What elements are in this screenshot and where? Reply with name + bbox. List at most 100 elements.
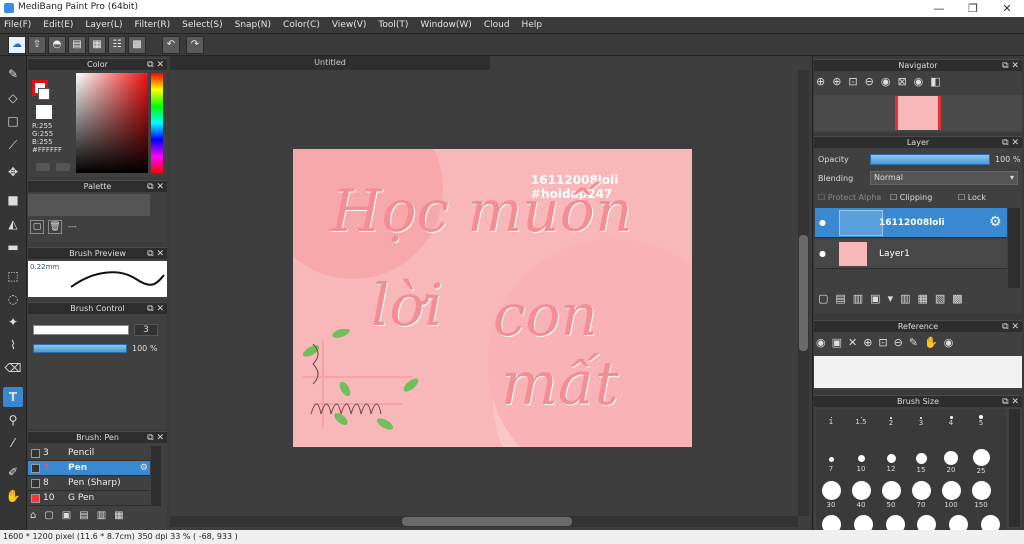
panel-close-icon[interactable]: ⧉ ✕: [147, 181, 164, 193]
palette-title: Palette: [83, 182, 112, 191]
new-palette-icon[interactable]: ▢: [30, 220, 44, 234]
rectangle-tool-icon[interactable]: □: [3, 111, 23, 131]
brush-list-actions[interactable]: ⌂▢▣▤▥▦: [30, 510, 164, 526]
move-tool-icon[interactable]: ✥: [3, 162, 23, 182]
layer-opacity-slider[interactable]: [870, 154, 990, 165]
eraser-tool-icon[interactable]: ◇: [3, 88, 23, 108]
artwork-lettering-3: con: [493, 281, 598, 349]
transparent-swatch[interactable]: [36, 105, 52, 119]
layer-settings-gear-icon[interactable]: ⚙: [989, 214, 1002, 230]
brush-item-pen[interactable]: 3 Pen ⚙: [28, 461, 150, 476]
undo-icon[interactable]: ↶: [162, 36, 180, 54]
clipping-checkbox[interactable]: ☐ Clipping: [890, 193, 932, 202]
menu-edit[interactable]: Edit(E): [43, 20, 73, 30]
brush-list-scrollbar[interactable]: [151, 446, 161, 506]
saturation-value-picker[interactable]: [76, 73, 148, 173]
panel-close-icon[interactable]: ⧉ ✕: [1002, 137, 1019, 149]
panel-close-icon[interactable]: ⧉ ✕: [1002, 321, 1019, 333]
upload-icon[interactable]: ⇧: [28, 36, 46, 54]
dropper-tool-icon[interactable]: ⁄: [3, 433, 23, 453]
horizontal-scrollbar[interactable]: [170, 516, 798, 527]
line-tool-icon[interactable]: ⟋: [3, 135, 23, 155]
brush-tool-icon[interactable]: ✎: [3, 64, 23, 84]
magic-wand-icon[interactable]: ✦: [3, 312, 23, 332]
brush-size-value[interactable]: 3: [134, 324, 158, 336]
lock-checkbox[interactable]: ☐ Lock: [958, 193, 986, 202]
blending-select[interactable]: Normal ▾: [870, 171, 1018, 185]
redo-icon[interactable]: ↷: [186, 36, 204, 54]
secondary-color-swatch[interactable]: [38, 88, 50, 100]
delete-palette-icon[interactable]: 🗑: [48, 220, 62, 234]
select-eraser-icon[interactable]: ⌫: [3, 358, 23, 378]
brush-item-pen-sharp[interactable]: 8 Pen (Sharp): [28, 476, 150, 491]
cloud-icon[interactable]: ☁: [8, 36, 26, 54]
protect-alpha-checkbox[interactable]: ☐ Protect Alpha: [818, 193, 881, 202]
menu-color[interactable]: Color(C): [283, 20, 320, 30]
panel-close-icon[interactable]: ⧉ ✕: [147, 59, 164, 71]
navigator-preview[interactable]: [814, 95, 1022, 131]
menu-view[interactable]: View(V): [332, 20, 367, 30]
menu-layer[interactable]: Layer(L): [85, 20, 122, 30]
brush-opacity-slider[interactable]: [33, 344, 127, 353]
brush-item-pencil[interactable]: 3 Pencil: [28, 446, 150, 461]
select-pen-icon[interactable]: ⌇: [3, 335, 23, 355]
document-icon[interactable]: ▦: [88, 36, 106, 54]
grid-icon[interactable]: ▩: [128, 36, 146, 54]
hand-tool-icon[interactable]: ✋: [3, 486, 23, 506]
menu-select[interactable]: Select(S): [182, 20, 223, 30]
maximize-button[interactable]: ❐: [956, 0, 990, 17]
brush-size-slider[interactable]: [33, 325, 129, 335]
list-icon[interactable]: ☷: [108, 36, 126, 54]
document-tab[interactable]: Untitled: [170, 56, 490, 70]
gradient-tool-icon[interactable]: ▬: [3, 237, 23, 257]
panel-close-icon[interactable]: ⧉ ✕: [1002, 60, 1019, 72]
reference-view[interactable]: [814, 356, 1022, 388]
menu-snap[interactable]: Snap(N): [235, 20, 271, 30]
panel-close-icon[interactable]: ⧉ ✕: [147, 432, 164, 444]
layer-visibility-icon[interactable]: ●: [819, 218, 826, 227]
menu-file[interactable]: File(F): [4, 20, 31, 30]
color-option-button[interactable]: [36, 163, 50, 171]
comment-icon[interactable]: ◓: [48, 36, 66, 54]
bucket-tool-icon[interactable]: ◭: [3, 214, 23, 234]
color-option-button-2[interactable]: [56, 163, 70, 171]
palette-panel: Palette ⧉ ✕ ▢ 🗑 ---: [28, 180, 167, 242]
horizontal-scroll-thumb[interactable]: [402, 517, 572, 526]
fill-rect-tool-icon[interactable]: ■: [3, 190, 23, 210]
select-rect-tool-icon[interactable]: ⬚: [3, 266, 23, 286]
palette-swatches[interactable]: [28, 194, 150, 216]
panel-close-icon[interactable]: ⧉ ✕: [147, 303, 164, 315]
layer-actions[interactable]: ▢▤▥▣▾▥▦▧▩: [818, 292, 1018, 308]
vertical-scroll-thumb[interactable]: [799, 235, 808, 351]
menu-filter[interactable]: Filter(R): [135, 20, 171, 30]
menu-cloud[interactable]: Cloud: [484, 20, 510, 30]
menu-help[interactable]: Help: [522, 20, 543, 30]
close-button[interactable]: ✕: [990, 0, 1024, 17]
hue-slider[interactable]: [151, 73, 163, 173]
brush-size-scrollbar[interactable]: [1009, 409, 1020, 527]
layer-visibility-icon[interactable]: ●: [819, 249, 826, 258]
layer-scrollbar[interactable]: [1008, 208, 1020, 288]
text-tool-icon[interactable]: T: [3, 387, 23, 407]
reference-controls[interactable]: ◉▣✕⊕⊡⊖✎✋◉: [816, 336, 1016, 354]
vertical-scrollbar[interactable]: [798, 70, 809, 516]
brush-control-panel: Brush Control ⧉ ✕ 3 100 %: [28, 302, 167, 429]
lasso-tool-icon[interactable]: ◌: [3, 289, 23, 309]
brush-size-grid[interactable]: 1 1.5 2 3 4 5 7 10 12 15 20 25 30 40 50 …: [816, 409, 1006, 530]
menu-tool[interactable]: Tool(T): [378, 20, 408, 30]
panel-close-icon[interactable]: ⧉ ✕: [1002, 396, 1019, 408]
operation-tool-icon[interactable]: ⚲: [3, 410, 23, 430]
panel-close-icon[interactable]: ⧉ ✕: [147, 248, 164, 260]
brush-settings-gear-icon[interactable]: ⚙: [140, 461, 148, 476]
navigator-zoom-controls[interactable]: ⊕⊕⊡⊖◉⊠◉◧: [816, 75, 1016, 93]
artwork-canvas[interactable]: 16112008loli #hoidap247 Học muốn lời con…: [293, 149, 692, 447]
menu-window[interactable]: Window(W): [420, 20, 471, 30]
layer-row[interactable]: ● Layer1: [815, 239, 1007, 269]
eyedropper-icon[interactable]: ✐: [3, 462, 23, 482]
brush-item-g-pen[interactable]: 10 G Pen: [28, 491, 150, 506]
message-icon[interactable]: ▤: [68, 36, 86, 54]
tool-palette: ✎ ◇ □ ⟋ ✥ ■ ◭ ▬ ⬚ ◌ ✦ ⌇ ⌫ T ⚲ ⁄ ✐ ✋: [0, 56, 27, 544]
minimize-button[interactable]: —: [922, 0, 956, 17]
brush-color-swatch: [31, 464, 40, 473]
layer-row-selected[interactable]: ● 16112008loli ⚙: [815, 208, 1007, 238]
